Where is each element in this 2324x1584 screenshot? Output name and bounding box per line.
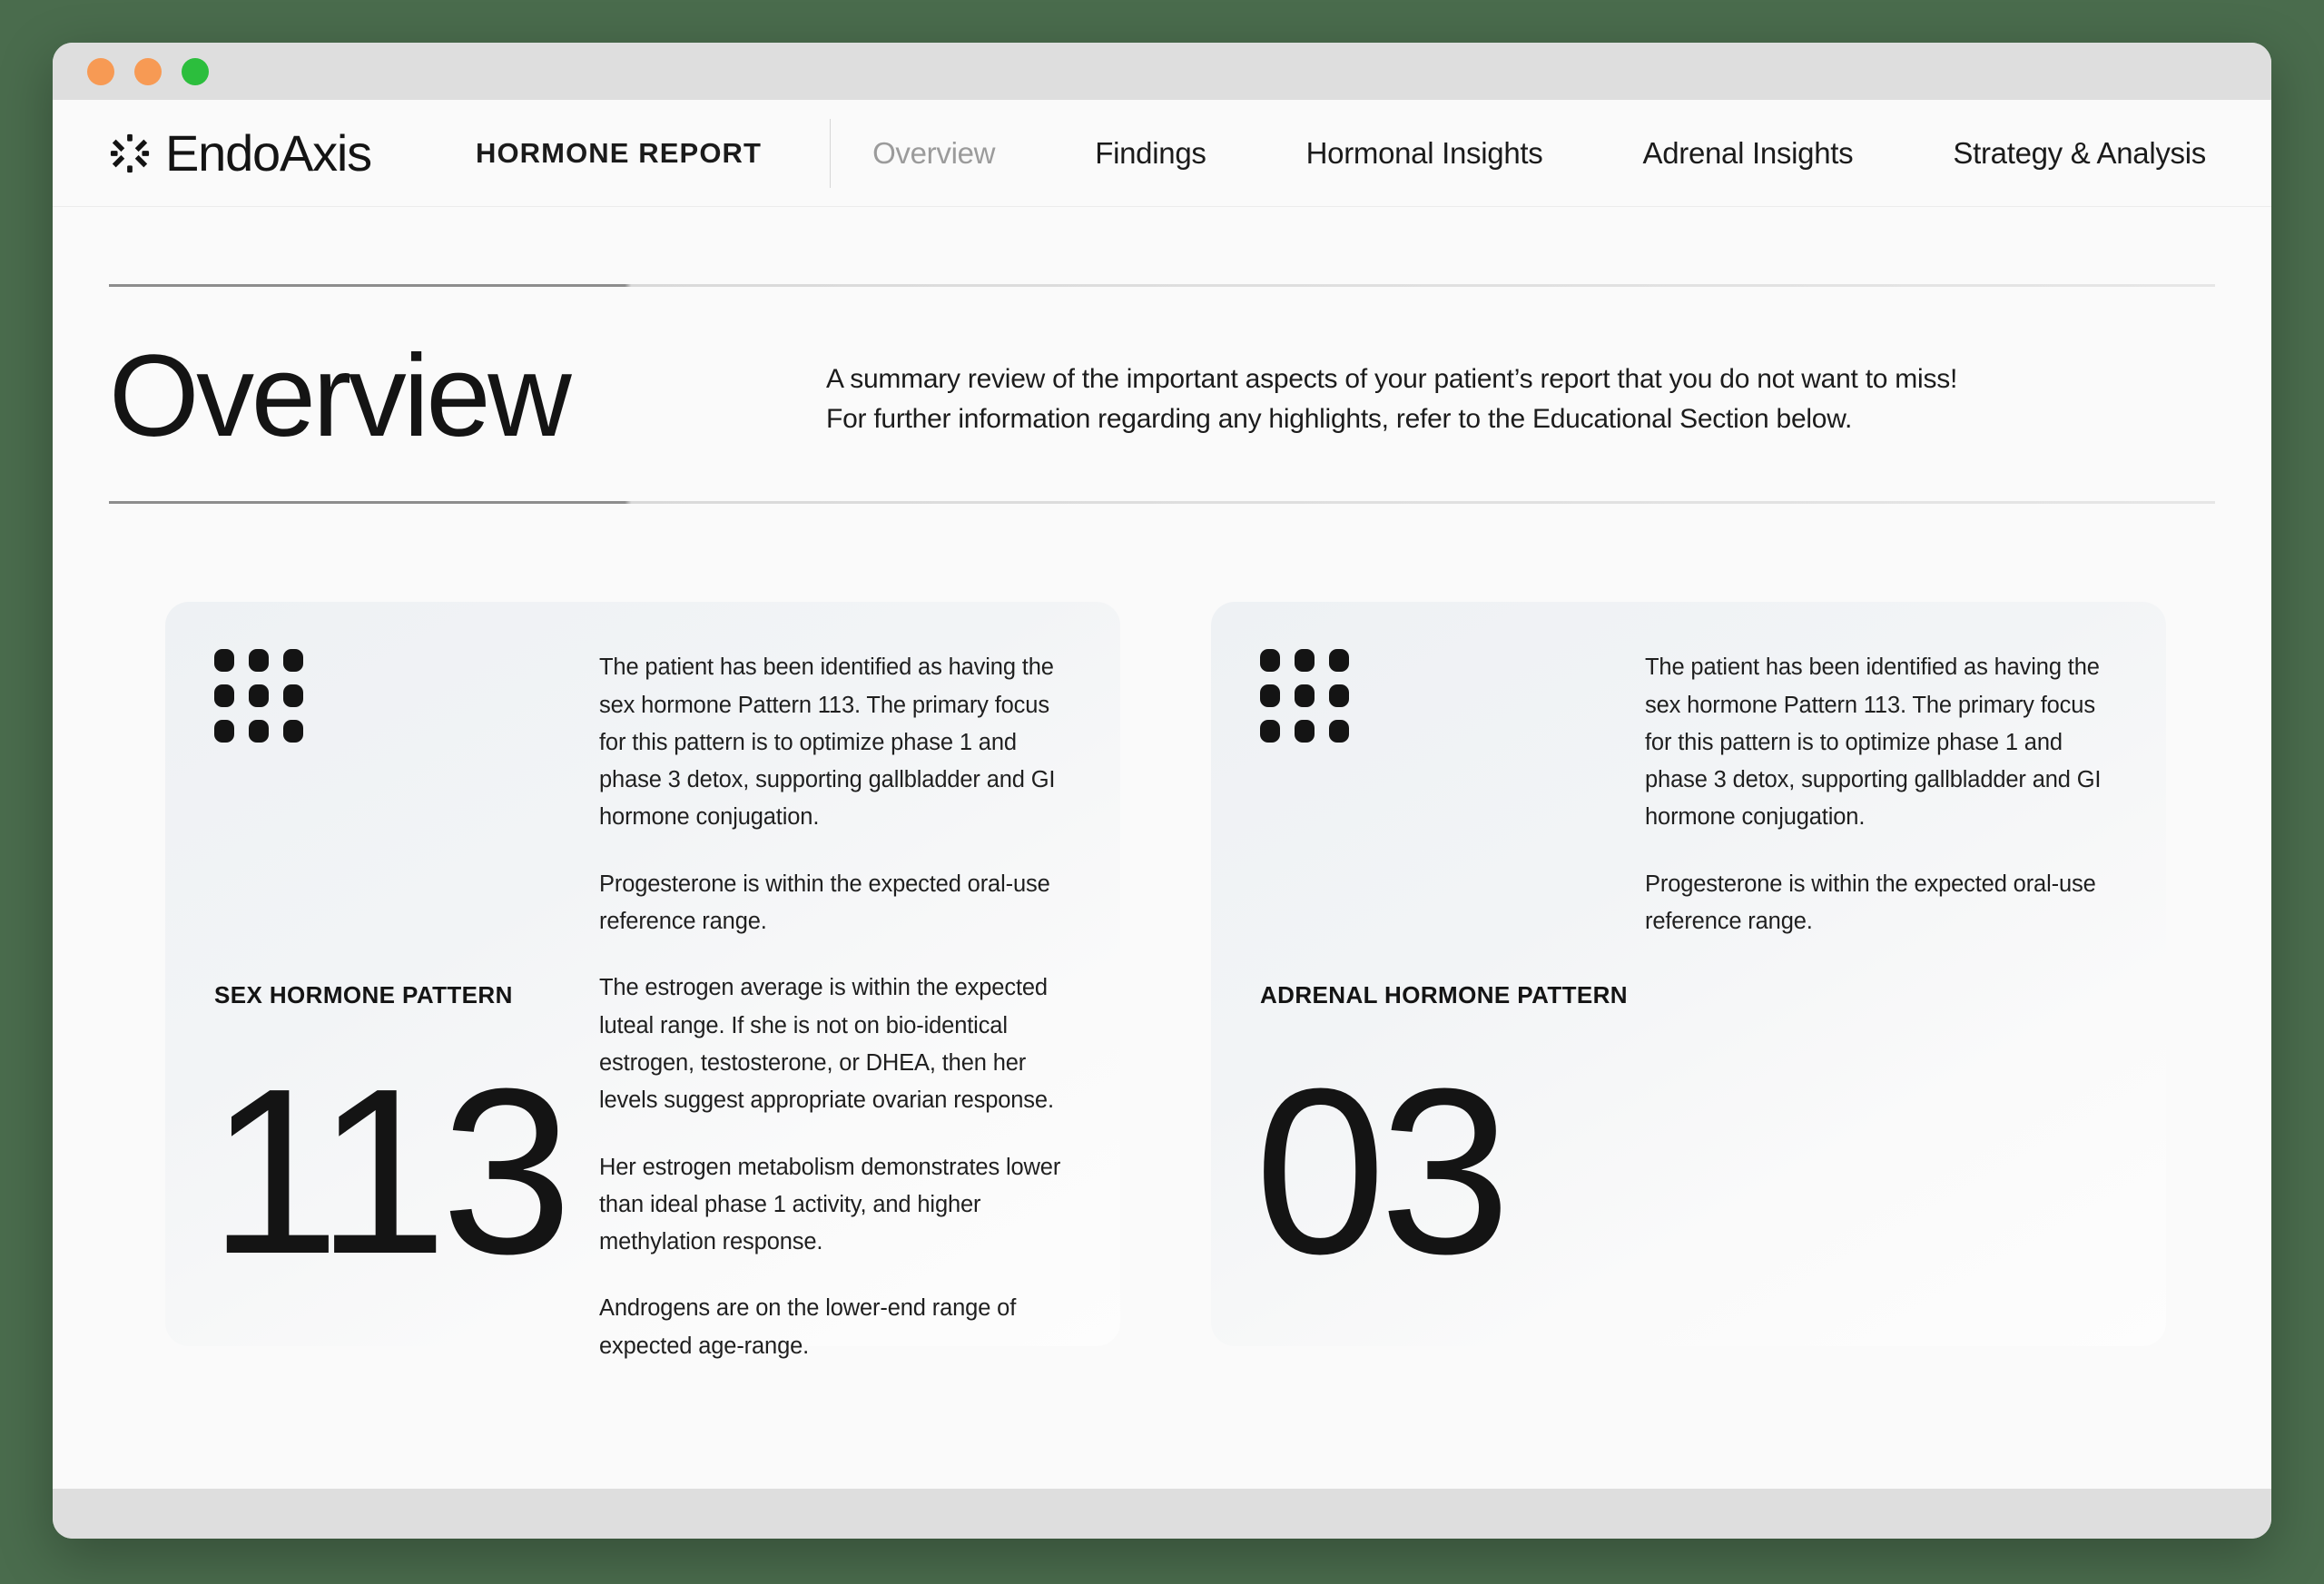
nav-item-overview[interactable]: Overview — [872, 136, 995, 171]
card-paragraph: The patient has been identified as havin… — [599, 654, 1056, 831]
card-paragraph: Androgens are on the lower-end range of … — [599, 1295, 1017, 1359]
card-description-column: The patient has been identified as havin… — [599, 645, 1069, 1358]
page-subtitle: A summary review of the important aspect… — [826, 334, 1957, 439]
sex-hormone-pattern-card[interactable]: SEX HORMONE PATTERN 113 The patient has … — [165, 602, 1120, 1359]
page-subtitle-line-2: For further information regarding any hi… — [826, 403, 1853, 434]
card-summary-column: SEX HORMONE PATTERN 113 — [209, 645, 599, 1346]
card-label: ADRENAL HORMONE PATTERN — [1260, 981, 1628, 1009]
maximize-window-button[interactable] — [182, 57, 209, 85]
dot-grid-icon — [214, 649, 599, 743]
window-statusbar — [53, 1489, 2271, 1539]
card-paragraph: Progesterone is within the expected oral… — [599, 871, 1050, 935]
card-label: SEX HORMONE PATTERN — [214, 981, 513, 1009]
page-header-body: Overview A summary review of the importa… — [109, 287, 2215, 501]
window-titlebar — [53, 43, 2271, 100]
top-navigation-bar: EndoAxis HORMONE REPORT Overview Finding… — [53, 100, 2271, 207]
brand-logo[interactable]: EndoAxis — [109, 123, 372, 182]
page-viewport: EndoAxis HORMONE REPORT Overview Finding… — [53, 100, 2271, 1489]
adrenal-hormone-pattern-card[interactable]: ADRENAL HORMONE PATTERN 03 The patient h… — [1211, 602, 2166, 1347]
nav-item-findings[interactable]: Findings — [1095, 136, 1206, 171]
card-description-column: The patient has been identified as havin… — [1645, 645, 2115, 1346]
page-subtitle-line-1: A summary review of the important aspect… — [826, 364, 1958, 394]
nav-item-adrenal-insights[interactable]: Adrenal Insights — [1643, 136, 1854, 171]
nav-item-strategy-analysis[interactable]: Strategy & Analysis — [1953, 136, 2206, 171]
nav-item-hormonal-insights[interactable]: Hormonal Insights — [1306, 136, 1543, 171]
card-paragraph: Progesterone is within the expected oral… — [1645, 871, 2096, 935]
close-window-button[interactable] — [87, 57, 114, 85]
nav-vertical-divider — [830, 118, 832, 188]
endoaxis-starburst-logo-icon — [109, 133, 151, 174]
page-title: Overview — [109, 331, 572, 461]
section-nav: Overview Findings Hormonal Insights Adre… — [872, 136, 2215, 171]
card-number: 113 — [209, 1040, 573, 1304]
browser-window: EndoAxis HORMONE REPORT Overview Finding… — [53, 43, 2271, 1539]
card-summary-column: ADRENAL HORMONE PATTERN 03 — [1255, 645, 1645, 1346]
brand-name: EndoAxis — [165, 123, 372, 182]
card-paragraph: The patient has been identified as havin… — [1645, 654, 2102, 831]
pattern-cards-row: SEX HORMONE PATTERN 113 The patient has … — [53, 504, 2271, 1359]
card-paragraph: The estrogen average is within the expec… — [599, 975, 1054, 1114]
card-paragraph: Her estrogen metabolism demonstrates low… — [599, 1154, 1061, 1255]
card-number: 03 — [1255, 1040, 1511, 1304]
dot-grid-icon — [1260, 649, 1645, 743]
report-title: HORMONE REPORT — [475, 136, 763, 169]
minimize-window-button[interactable] — [134, 57, 162, 85]
page-header: Overview A summary review of the importa… — [53, 284, 2271, 505]
